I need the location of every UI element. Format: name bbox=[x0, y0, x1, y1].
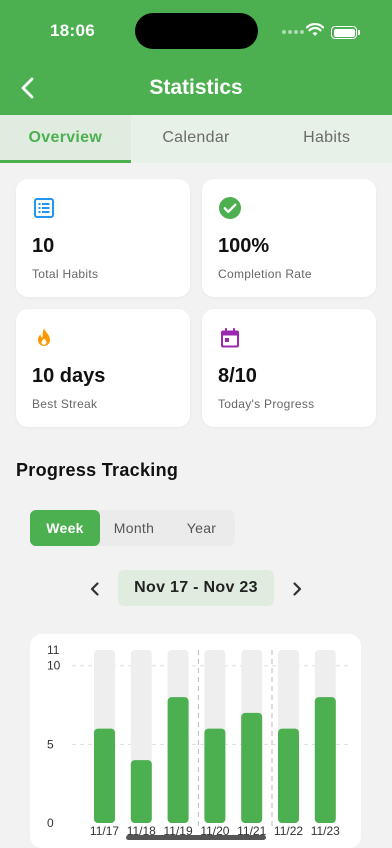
bar bbox=[278, 728, 299, 823]
bar bbox=[204, 728, 226, 823]
y-tick-label: 5 bbox=[47, 737, 54, 751]
completion-rate-card: 100% Completion Rate bbox=[202, 179, 376, 297]
completion-rate-value: 100% bbox=[218, 235, 270, 257]
status-time: 18:06 bbox=[50, 21, 95, 40]
dynamic-island bbox=[135, 13, 258, 49]
best-streak-value: 10 days bbox=[32, 365, 106, 387]
x-tick-label: 11/22 bbox=[274, 824, 303, 838]
best-streak-label: Best Streak bbox=[32, 397, 98, 411]
progress-tracking-title: Progress Tracking bbox=[16, 460, 179, 480]
check-circle-icon bbox=[219, 197, 241, 219]
total-habits-label: Total Habits bbox=[32, 267, 99, 281]
period-year-button[interactable]: Year bbox=[168, 510, 235, 546]
total-habits-value: 10 bbox=[32, 235, 55, 257]
todays-progress-label: Today's Progress bbox=[218, 397, 315, 411]
previous-week-chevron-icon[interactable] bbox=[83, 577, 107, 601]
best-streak-card: 10 days Best Streak bbox=[16, 309, 190, 427]
bar bbox=[130, 760, 152, 823]
home-indicator bbox=[126, 835, 266, 840]
progress-chart-card: 0 5 10 11 11/17 11/18 11/19 11/20 11/21 11/22 11/2… bbox=[30, 634, 361, 848]
todays-progress-card: 8/10 Today's Progress bbox=[202, 309, 376, 427]
bar bbox=[314, 697, 336, 823]
wifi-icon bbox=[306, 23, 324, 36]
page-title: Statistics bbox=[149, 76, 243, 99]
calendar-icon bbox=[221, 328, 239, 348]
y-tick-label: 0 bbox=[47, 816, 54, 830]
tab-bar: Overview Calendar Habits bbox=[0, 115, 392, 163]
total-habits-card: 10 Total Habits bbox=[16, 179, 190, 297]
bar bbox=[94, 728, 115, 823]
bar bbox=[167, 697, 189, 823]
progress-bar-chart: 05101111/17 11/18 11/19 11/20 11/21 11/22 11/2… bbox=[47, 643, 352, 838]
period-toggle: Week Month Year bbox=[30, 510, 235, 546]
period-month-button[interactable]: Month bbox=[100, 510, 168, 546]
bar bbox=[241, 712, 263, 823]
next-week-chevron-icon[interactable] bbox=[285, 577, 309, 601]
tab-habits[interactable]: Habits bbox=[261, 115, 392, 163]
app-header: 18:06 Statistics bbox=[0, 0, 392, 115]
tab-calendar[interactable]: Calendar bbox=[131, 115, 262, 163]
fire-icon bbox=[38, 328, 50, 346]
x-tick-label: 11/23 bbox=[311, 824, 340, 838]
x-tick-label: 11/17 bbox=[90, 824, 119, 838]
y-tick-label: 11 bbox=[47, 643, 60, 657]
completion-rate-label: Completion Rate bbox=[218, 267, 312, 281]
y-tick-label: 10 bbox=[47, 659, 61, 673]
date-range-label: Nov 17 - Nov 23 bbox=[118, 570, 274, 606]
tab-overview[interactable]: Overview bbox=[0, 115, 131, 163]
cellular-signal-icon bbox=[282, 30, 304, 34]
battery-icon bbox=[331, 26, 360, 39]
period-week-button[interactable]: Week bbox=[30, 510, 100, 546]
list-icon bbox=[34, 198, 54, 218]
todays-progress-value: 8/10 bbox=[218, 365, 257, 387]
